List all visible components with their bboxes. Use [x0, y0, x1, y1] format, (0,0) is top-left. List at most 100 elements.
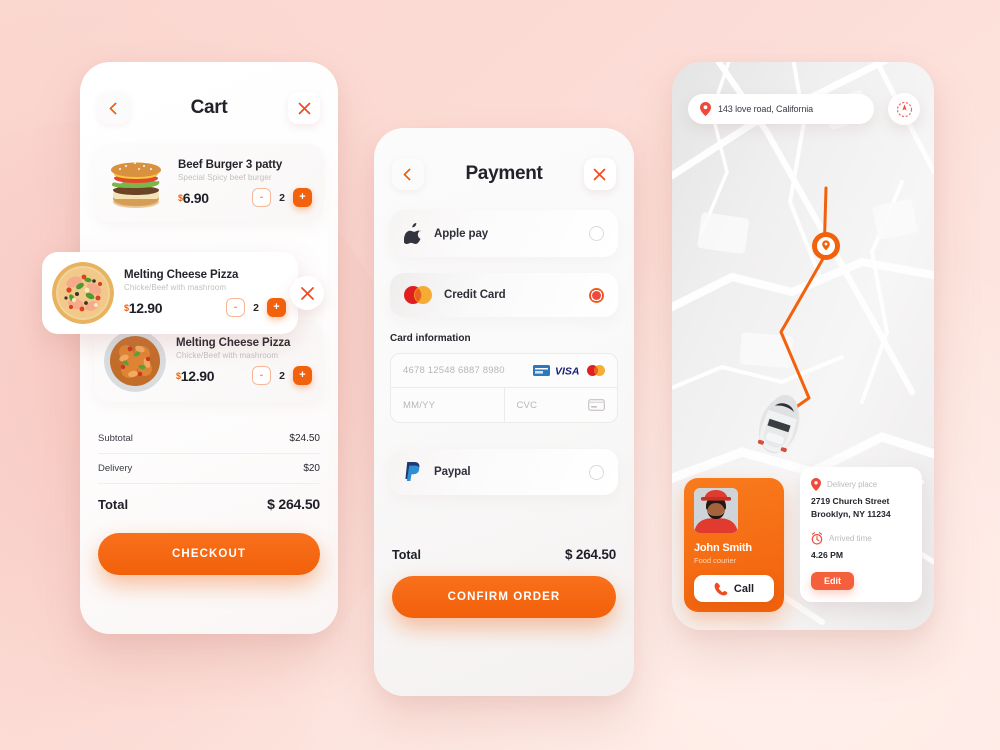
payment-header: Payment	[374, 128, 634, 190]
total-label: Total	[98, 496, 129, 512]
locate-button[interactable]	[888, 93, 920, 125]
cart-item-body: Beef Burger 3 patty Special Spicy beef b…	[178, 159, 312, 207]
courier-name: John Smith	[694, 542, 752, 554]
svg-text:VISA: VISA	[555, 366, 580, 376]
page-title: Cart	[190, 97, 228, 118]
cart-item-controls: $12.90 - 2 +	[176, 366, 312, 385]
alarm-clock-icon	[811, 531, 823, 545]
payment-close-button[interactable]	[583, 158, 616, 190]
close-icon	[594, 168, 606, 180]
payment-method-label: Apple pay	[434, 227, 489, 240]
summary-value: $20	[303, 463, 320, 474]
summary-label: Delivery	[98, 463, 133, 474]
cheese-pizza-photo	[52, 262, 114, 324]
total-label: Total	[392, 547, 421, 562]
quantity-stepper: - 2 +	[252, 188, 312, 207]
cart-item-price: $6.90	[178, 190, 209, 206]
card-form: 4678 12548 6887 8980 VISA MM/YY CVC	[390, 353, 618, 423]
payment-total-row: Total $ 264.50	[374, 547, 634, 562]
card-number-placeholder: 4678 12548 6887 8980	[403, 365, 505, 376]
destination-pin-icon[interactable]	[812, 232, 840, 265]
cart-item-dragged[interactable]: Melting Cheese Pizza Chicke/Beef with ma…	[42, 252, 298, 334]
courier-avatar-photo	[694, 488, 738, 533]
checkout-button[interactable]: CHECKOUT	[98, 533, 320, 575]
visa-icon: VISA	[555, 366, 580, 376]
card-information-section: Card information 4678 12548 6887 8980 VI…	[374, 333, 634, 423]
cart-item-name: Melting Cheese Pizza	[176, 337, 291, 349]
payment-radio-apple-pay[interactable]	[589, 226, 604, 241]
cart-back-button[interactable]	[98, 92, 130, 124]
payment-back-button[interactable]	[392, 158, 424, 190]
payment-radio-credit-card[interactable]	[589, 287, 604, 303]
cart-item-name: Beef Burger 3 patty	[178, 159, 283, 171]
arrived-time-label: Arrived time	[829, 533, 872, 543]
card-cvc-field[interactable]: CVC	[503, 388, 618, 422]
payment-method-credit-card[interactable]: Credit Card	[390, 273, 618, 317]
page-title: Payment	[465, 163, 543, 184]
quantity-value: 2	[279, 191, 285, 204]
summary-row-delivery: Delivery $20	[98, 454, 320, 484]
payment-screen: Payment Apple pay Credit Card Card infor…	[374, 128, 634, 696]
payment-methods: Apple pay Credit Card	[374, 190, 634, 317]
edit-button[interactable]: Edit	[811, 572, 854, 590]
payment-method-label: Paypal	[434, 466, 471, 478]
map-screen: 143 love road, California John Smith Foo…	[672, 62, 934, 630]
confirm-order-button[interactable]: CONFIRM ORDER	[392, 576, 616, 618]
cart-item-price: $12.90	[176, 368, 215, 384]
location-pin-icon	[811, 477, 821, 491]
chevron-left-icon	[109, 101, 122, 115]
decrease-quantity-button[interactable]: -	[226, 298, 245, 317]
decrease-quantity-button[interactable]: -	[252, 188, 271, 207]
summary-row-subtotal: Subtotal $24.50	[98, 424, 320, 454]
courier-role: Food courier	[694, 556, 737, 565]
delivery-address-line1: 2719 Church Street	[811, 495, 890, 506]
cart-item-body: Melting Cheese Pizza Chicke/Beef with ma…	[176, 337, 312, 385]
price-value: 12.90	[128, 299, 163, 316]
payment-radio-paypal[interactable]	[589, 464, 604, 480]
cart-item-controls: $12.90 - 2 +	[124, 298, 286, 317]
payment-method-apple-pay[interactable]: Apple pay	[390, 210, 618, 257]
decrease-quantity-button[interactable]: -	[252, 366, 271, 385]
cart-item[interactable]: Beef Burger 3 patty Special Spicy beef b…	[94, 144, 324, 222]
card-back-icon	[588, 399, 605, 411]
location-pin-icon	[700, 102, 711, 116]
increase-quantity-button[interactable]: +	[267, 298, 286, 317]
search-value: 143 love road, California	[718, 104, 814, 114]
pasta-bowl-photo	[104, 330, 166, 392]
card-information-title: Card information	[390, 333, 471, 344]
delete-item-button[interactable]	[290, 276, 324, 310]
card-expiry-placeholder: MM/YY	[403, 399, 436, 411]
payment-method-label: Credit Card	[444, 289, 506, 301]
close-icon	[300, 286, 314, 300]
mastercard-icon	[404, 286, 432, 304]
card-number-field[interactable]: 4678 12548 6887 8980 VISA	[391, 354, 617, 388]
search-input[interactable]: 143 love road, California	[688, 94, 874, 124]
phone-icon	[714, 582, 728, 595]
card-expiry-field[interactable]: MM/YY	[391, 388, 504, 422]
increase-quantity-button[interactable]: +	[293, 366, 312, 385]
total-value: $ 264.50	[267, 496, 320, 512]
cart-item-description: Special Spicy beef burger	[178, 173, 272, 182]
cart-item-controls: $6.90 - 2 +	[178, 188, 312, 207]
price-value: 6.90	[182, 189, 209, 206]
cart-item-name: Melting Cheese Pizza	[124, 269, 239, 281]
payment-method-paypal[interactable]: Paypal	[390, 449, 618, 495]
delivery-place-block: Delivery place 2719 Church Street Brookl…	[811, 477, 911, 521]
increase-quantity-button[interactable]: +	[293, 188, 312, 207]
card-cvc-placeholder: CVC	[516, 399, 538, 411]
call-button[interactable]: Call	[694, 575, 774, 602]
close-icon	[298, 102, 310, 114]
payment-methods-secondary: Paypal	[374, 423, 634, 495]
arrived-time-header: Arrived time	[811, 531, 911, 545]
delivery-place-label: Delivery place	[827, 479, 878, 489]
beef-burger-photo	[104, 154, 168, 212]
delivery-info-card: Delivery place 2719 Church Street Brookl…	[800, 466, 922, 602]
summary-label: Subtotal	[98, 433, 133, 444]
cart-close-button[interactable]	[288, 92, 320, 124]
cart-header: Cart	[80, 62, 338, 124]
paypal-icon	[405, 462, 420, 481]
cart-item-body: Melting Cheese Pizza Chicke/Beef with ma…	[124, 269, 286, 317]
cart-item-price: $12.90	[124, 299, 163, 316]
cart-item-description: Chicke/Beef with mashroom	[124, 283, 227, 292]
quantity-stepper: - 2 +	[252, 366, 312, 385]
